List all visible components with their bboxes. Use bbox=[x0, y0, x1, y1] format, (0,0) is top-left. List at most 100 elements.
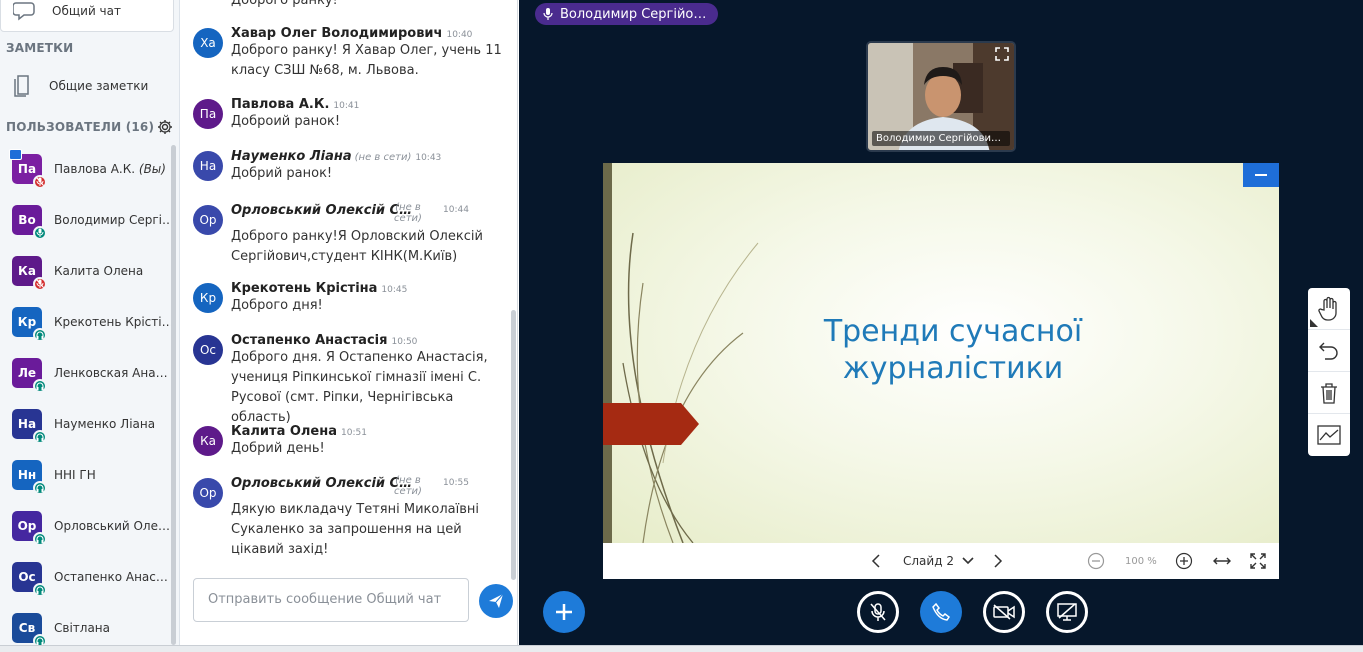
chat-message-text: Добрий ранок! bbox=[231, 166, 333, 181]
chat-message-header: Науменко Ліана (не в сети) 10:43 bbox=[231, 145, 441, 164]
presenter-icon bbox=[9, 149, 22, 160]
screen-share-off-icon bbox=[1057, 603, 1077, 621]
chevron-down-icon bbox=[962, 557, 974, 565]
chat-time: 10:44 bbox=[443, 205, 469, 215]
user-list-item[interactable]: Па Павлова А.К. (Вы) bbox=[0, 143, 176, 194]
avatar: Ос bbox=[193, 335, 223, 365]
next-slide-button[interactable] bbox=[993, 543, 1003, 579]
chat-bubble-icon bbox=[13, 2, 35, 21]
chat-sender-name: Науменко Ліана bbox=[231, 149, 352, 164]
microphone-muted-icon bbox=[33, 174, 47, 189]
chat-message-input[interactable]: Отправить сообщение Общий чат bbox=[193, 578, 469, 622]
user-list-item[interactable]: Кр Крекотень Крістіна bbox=[0, 296, 176, 347]
chat-message-text: Доброго дня! bbox=[231, 298, 323, 313]
user-list-item[interactable]: Нн ННІ ГН bbox=[0, 449, 176, 500]
talking-indicator[interactable]: Володимир Сергійо… bbox=[535, 3, 719, 25]
chat-scrollbar[interactable] bbox=[511, 310, 516, 580]
presentation-fullscreen-button[interactable] bbox=[1250, 543, 1266, 579]
user-list-item[interactable]: Ле Ленковская Анаст… bbox=[0, 347, 176, 398]
user-panel: Общий чат ЗАМЕТКИ Общие заметки ПОЛЬЗОВА… bbox=[0, 0, 180, 645]
user-list-item[interactable]: На Науменко Ліана bbox=[0, 398, 176, 449]
user-name-cell: Калита Олена bbox=[54, 264, 174, 278]
share-webcam-button[interactable] bbox=[983, 591, 1025, 633]
avatar-initials: На bbox=[17, 416, 37, 431]
share-screen-button[interactable] bbox=[1046, 591, 1088, 633]
chat-sender-name: Остапенко Анастасія bbox=[231, 333, 388, 348]
user-name: Павлова А.К. bbox=[54, 161, 136, 176]
webcam-video[interactable]: Володимир Сергійови… bbox=[866, 41, 1016, 152]
shared-notes-link[interactable]: Общие заметки bbox=[0, 66, 174, 106]
chat-message-text: Доброго ранку! Я Хавар Олег, учень 11 кл… bbox=[231, 43, 502, 78]
minimize-presentation-button[interactable] bbox=[1243, 163, 1279, 187]
slide-decor-lines bbox=[622, 232, 759, 543]
user-list-item[interactable]: Ка Калита Олена bbox=[0, 245, 176, 296]
webcam-user-name: Володимир Сергійови… bbox=[872, 131, 1010, 146]
user-name-cell: Володимир Сергі… bbox=[54, 213, 174, 227]
undo-button[interactable] bbox=[1308, 330, 1350, 372]
chat-panel: Доброго ранку! Ха Хавар Олег Володимирови… bbox=[180, 0, 518, 645]
avatar-initials: Ор bbox=[199, 486, 217, 500]
leave-audio-button[interactable] bbox=[920, 591, 962, 633]
presentation-area: Тренди сучасної журналістики Слайд 2 100… bbox=[603, 163, 1279, 579]
headphones-icon bbox=[33, 582, 47, 597]
avatar: Ор bbox=[193, 205, 223, 235]
avatar: На bbox=[193, 151, 223, 181]
hand-icon bbox=[1318, 296, 1337, 321]
chat-message-header: Остапенко Анастасія 10:50 bbox=[231, 329, 417, 348]
user-name-cell: Орловський Олек… bbox=[54, 519, 174, 533]
zoom-in-icon bbox=[1175, 552, 1193, 570]
clear-all-button[interactable] bbox=[1308, 372, 1350, 414]
avatar-initials: На bbox=[199, 159, 217, 173]
user-name-cell: ННІ ГН bbox=[54, 468, 174, 482]
fit-width-button[interactable] bbox=[1213, 543, 1231, 579]
user-list-item[interactable]: Ос Остапенко Анаст… bbox=[0, 551, 176, 602]
chat-message-text: Доброго ранку! bbox=[231, 0, 338, 8]
chevron-right-icon bbox=[994, 554, 1003, 568]
fullscreen-icon bbox=[1250, 553, 1266, 569]
offline-label: (не в сети) bbox=[354, 152, 412, 163]
avatar-initials: Кр bbox=[199, 291, 217, 305]
chat-message-text: Дякую викладачу Тетяні Миколаївні Сукале… bbox=[231, 502, 480, 557]
send-message-button[interactable] bbox=[479, 584, 513, 618]
user-name: Науменко Ліана bbox=[54, 416, 156, 431]
headphones-icon bbox=[33, 531, 47, 546]
avatar-initials: Во bbox=[18, 212, 36, 227]
fullscreen-icon[interactable] bbox=[995, 47, 1009, 61]
user-name: Калита Олена bbox=[54, 263, 144, 278]
user-list-item[interactable]: Ор Орловський Олек… bbox=[0, 500, 176, 551]
gear-icon[interactable] bbox=[157, 119, 173, 135]
slide-select-value: Слайд 2 bbox=[903, 554, 954, 568]
previous-slide-button[interactable] bbox=[871, 543, 881, 579]
zoom-level: 100 % bbox=[1125, 555, 1157, 567]
fit-width-icon bbox=[1213, 557, 1231, 565]
user-list-item[interactable]: Св Світлана bbox=[0, 602, 176, 645]
chat-time: 10:41 bbox=[333, 101, 360, 111]
user-name: Крекотень Крістіна bbox=[54, 314, 174, 329]
slide-controls: Слайд 2 100 % bbox=[603, 543, 1279, 579]
headphones-icon bbox=[33, 378, 47, 393]
minus-icon bbox=[1255, 174, 1267, 176]
mute-microphone-button[interactable] bbox=[857, 591, 899, 633]
avatar: Ос bbox=[12, 561, 47, 597]
microphone-icon bbox=[543, 8, 553, 20]
user-name: Володимир Сергі… bbox=[54, 212, 174, 227]
avatar-initials: Ор bbox=[17, 518, 37, 533]
chat-time: 10:50 bbox=[391, 337, 418, 347]
multi-user-whiteboard-button[interactable] bbox=[1308, 414, 1350, 456]
hand-tool-button[interactable] bbox=[1308, 288, 1350, 330]
public-chat-link[interactable]: Общий чат bbox=[0, 0, 174, 32]
user-list-scrollbar[interactable] bbox=[171, 145, 176, 645]
user-list-item[interactable]: Во Володимир Сергі… bbox=[0, 194, 176, 245]
user-name: Світлана bbox=[54, 620, 110, 635]
zoom-in-button[interactable] bbox=[1175, 543, 1193, 579]
zoom-out-button[interactable] bbox=[1087, 543, 1105, 579]
actions-button[interactable] bbox=[543, 591, 585, 633]
avatar-initials: Нн bbox=[17, 467, 37, 482]
you-label: (Вы) bbox=[138, 161, 166, 176]
slide-select[interactable]: Слайд 2 bbox=[903, 543, 974, 579]
avatar: Ле bbox=[12, 357, 47, 393]
headphones-icon bbox=[33, 633, 47, 645]
chat-time: 10:40 bbox=[446, 30, 473, 40]
chat-sender-name: Крекотень Крістіна bbox=[231, 281, 378, 296]
avatar-initials: Ор bbox=[199, 213, 217, 227]
